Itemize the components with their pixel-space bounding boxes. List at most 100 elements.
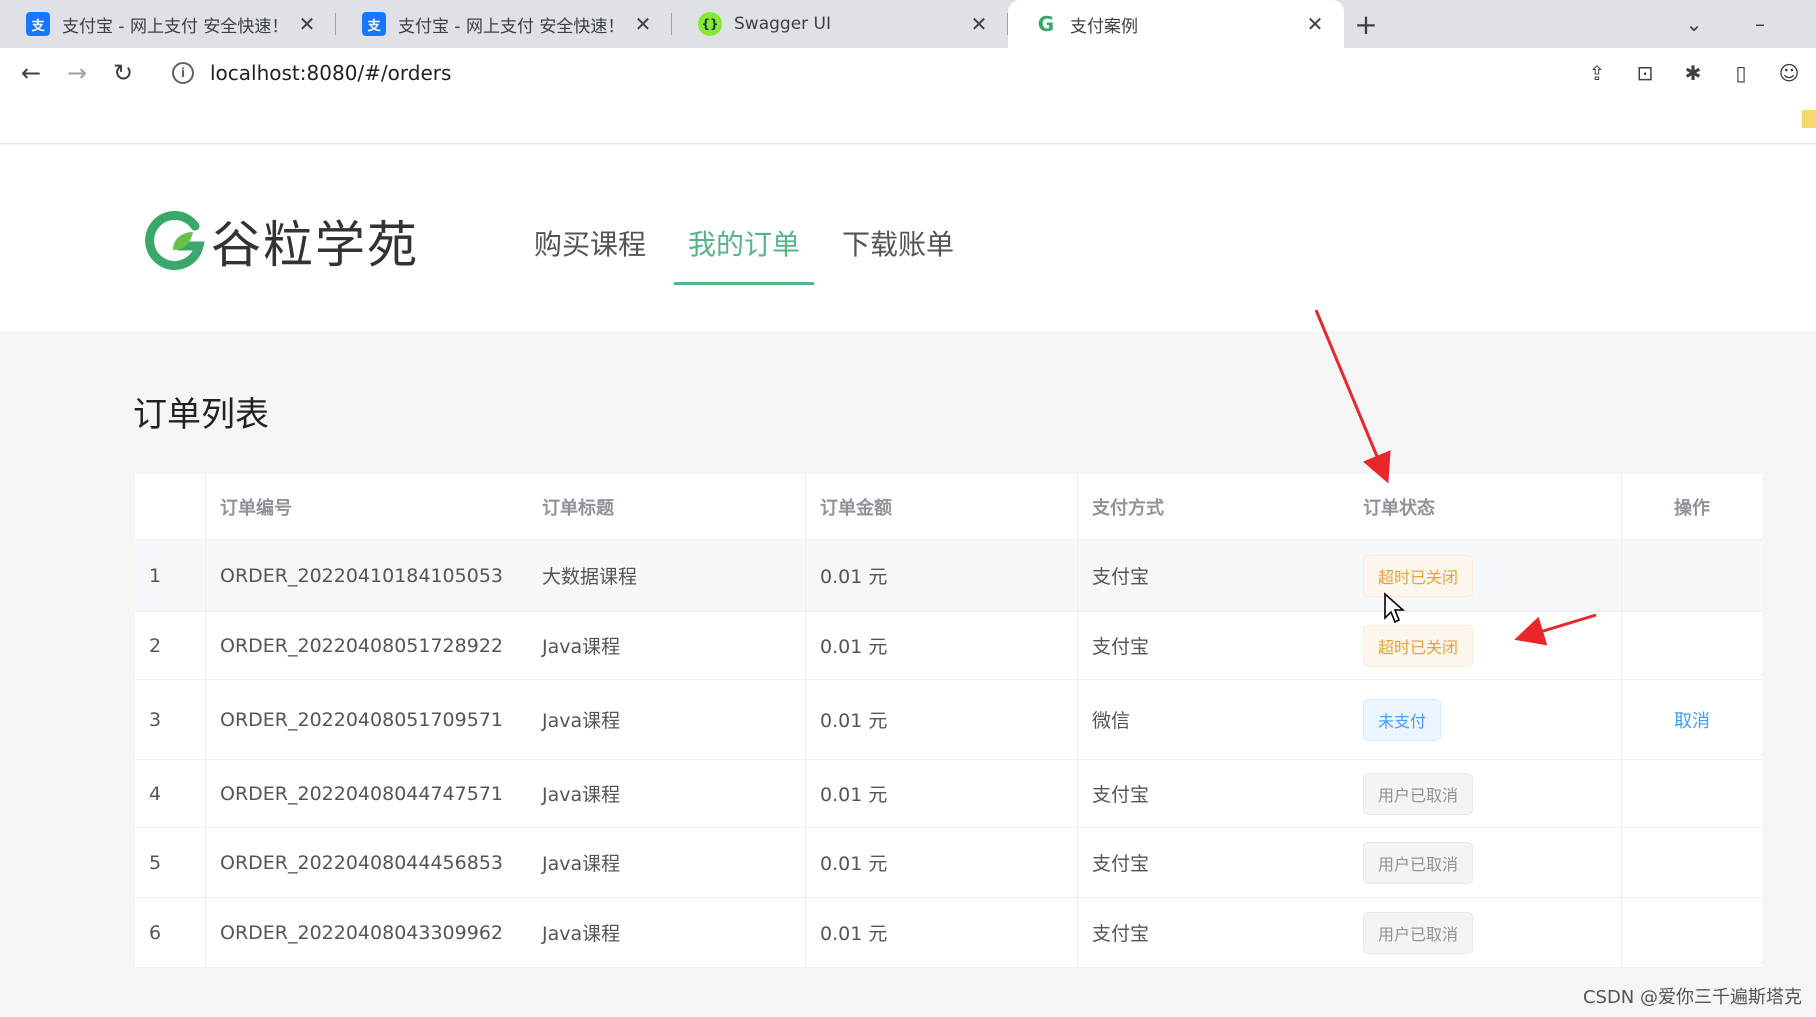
orders-table: 订单编号 订单标题 订单金额 支付方式 订单状态 操作 1 ORDER_2022041018… [135,474,1762,968]
col-payment-header: 支付方式 [1077,474,1349,539]
row-index: 4 [149,782,162,805]
tab-title: Swagger UI [734,14,832,34]
status-badge: 超时已关闭 [1363,624,1474,667]
mouse-cursor-icon [1384,592,1405,624]
order-amount: 0.01 元 [805,680,1077,759]
action-cell [1621,898,1762,967]
order-title: Java课程 [542,710,621,732]
status-badge: 用户已取消 [1363,841,1474,884]
table-row[interactable]: 4 ORDER_20220408044747571 Java课程 0.01 元支付宝用… [135,760,1762,828]
row-index: 1 [149,564,162,587]
main-nav: 购买课程 我的订单 下载账单 [520,223,982,285]
action-cell [1621,612,1762,679]
site-logo-text: 谷粒学苑 [211,216,419,274]
close-tab-icon[interactable]: ✕ [1304,12,1326,36]
col-index-header [135,474,205,539]
order-amount: 0.01 元 [805,898,1077,967]
order-title: Java课程 [542,636,621,658]
alipay-icon: 支 [362,12,386,36]
new-tab-button[interactable]: + [1344,0,1388,48]
order-title: Java课程 [542,784,621,806]
payment-method: 支付宝 [1077,898,1349,967]
order-amount: 0.01 元 [805,828,1077,897]
order-number: ORDER_20220410184105053 [205,540,528,611]
order-title: Java课程 [542,853,621,875]
browser-tab[interactable]: G 支付案例 ✕ [1008,0,1344,48]
share-icon[interactable]: ⇪ [1584,60,1610,86]
swagger-icon: {} [698,12,722,36]
address-bar[interactable]: i localhost:8080/#/orders [158,51,1558,95]
forward-button[interactable]: → [54,50,100,96]
watermark-text: CSDN @爱你三千遍斯塔克 [1582,987,1802,1008]
row-index: 2 [149,634,162,657]
browser-toolbar: ← → ↻ i localhost:8080/#/orders ⇪ ⊡ ✱ ▯ … [0,48,1816,98]
browser-tab-strip: 支支付宝 - 网上支付 安全快速！ ✕ 支支付宝 - 网上支付 安全快速！ ✕{} Sw… [0,0,1816,48]
action-cell: 取消 [1621,680,1762,759]
minimize-window-button[interactable]: – [1730,0,1790,48]
side-panel-icon[interactable]: ▯ [1728,60,1754,86]
payment-method: 支付宝 [1077,828,1349,897]
browser-tab[interactable]: {} Swagger UI ✕ [672,0,1008,48]
url-text: localhost:8080/#/orders [210,61,452,85]
extensions-puzzle-icon[interactable]: ✱ [1680,60,1706,86]
site-header: 谷粒学苑 购买课程 我的订单 下载账单 [0,145,1816,331]
status-cell: 未支付 [1349,680,1621,759]
tab-title: 支付宝 - 网上支付 安全快速！ [62,16,289,37]
payment-method: 支付宝 [1077,540,1349,611]
order-number: ORDER_20220408051728922 [205,612,528,679]
col-action-header: 操作 [1621,474,1762,539]
col-status-header: 订单状态 [1363,497,1435,519]
guli-logo-icon [145,210,205,270]
status-cell: 用户已取消 [1349,760,1621,827]
close-tab-icon[interactable]: ✕ [296,12,318,36]
order-number: ORDER_20220408044747571 [205,760,528,827]
close-tab-icon[interactable]: ✕ [968,12,990,36]
site-logo[interactable]: 谷粒学苑 [143,205,419,277]
order-number: ORDER_20220408044456853 [205,828,528,897]
table-row[interactable]: 2 ORDER_20220408051728922 Java课程 0.01 元支付宝超… [135,612,1762,680]
table-row[interactable]: 1 ORDER_20220410184105053 大数据课程 0.01 元支付宝 超时… [135,540,1762,612]
row-index: 5 [149,851,162,874]
status-badge: 未支付 [1363,698,1442,741]
tab-search-chevron-icon[interactable]: ⌄ [1664,0,1724,48]
status-badge: 用户已取消 [1363,772,1474,815]
row-index: 6 [149,921,162,944]
table-row[interactable]: 3 ORDER_20220408051709571 Java课程 0.01 元微信 未支… [135,680,1762,760]
status-cell: 用户已取消 [1349,828,1621,897]
payment-method: 支付宝 [1077,760,1349,827]
order-title: Java课程 [542,923,621,945]
page-title: 订单列表 [133,395,269,435]
nav-item[interactable]: 我的订单 [674,223,815,285]
table-header-row: 订单编号 订单标题 订单金额 支付方式 订单状态 操作 [135,474,1762,540]
order-amount: 0.01 元 [805,540,1077,611]
order-amount: 0.01 元 [805,760,1077,827]
reload-button[interactable]: ↻ [100,50,146,96]
site-info-icon[interactable]: i [172,62,194,84]
bookmarks-bar [0,98,1816,144]
payment-method: 微信 [1077,680,1349,759]
back-button[interactable]: ← [8,50,54,96]
browser-tab[interactable]: 支支付宝 - 网上支付 安全快速！ ✕ [0,0,336,48]
order-number: ORDER_20220408043309962 [205,898,528,967]
status-cell: 用户已取消 [1349,898,1621,967]
status-badge: 用户已取消 [1363,911,1474,954]
row-index: 3 [149,708,162,731]
col-title-header: 订单标题 [542,497,614,519]
nav-item[interactable]: 购买课程 [520,223,660,285]
col-order-no-header: 订单编号 [205,474,528,539]
bookmark-folder-icon[interactable] [1802,110,1816,128]
cancel-order-button[interactable]: 取消 [1674,707,1710,733]
order-amount: 0.01 元 [805,612,1077,679]
action-cell [1621,540,1762,611]
table-row[interactable]: 5 ORDER_20220408044456853 Java课程 0.01 元支付宝用… [135,828,1762,898]
extension-icon[interactable]: ⊡ [1632,60,1658,86]
profile-icon[interactable]: ☺ [1776,60,1802,86]
table-row[interactable]: 6 ORDER_20220408043309962 Java课程 0.01 元支付宝用… [135,898,1762,968]
close-tab-icon[interactable]: ✕ [632,12,654,36]
alipay-icon: 支 [26,12,50,36]
browser-tab[interactable]: 支支付宝 - 网上支付 安全快速！ ✕ [336,0,672,48]
annotation-arrow-status-header [1314,309,1391,484]
status-badge: 超时已关闭 [1363,554,1474,597]
guli-logo-icon: G [1037,12,1055,36]
nav-item[interactable]: 下载账单 [828,223,968,285]
